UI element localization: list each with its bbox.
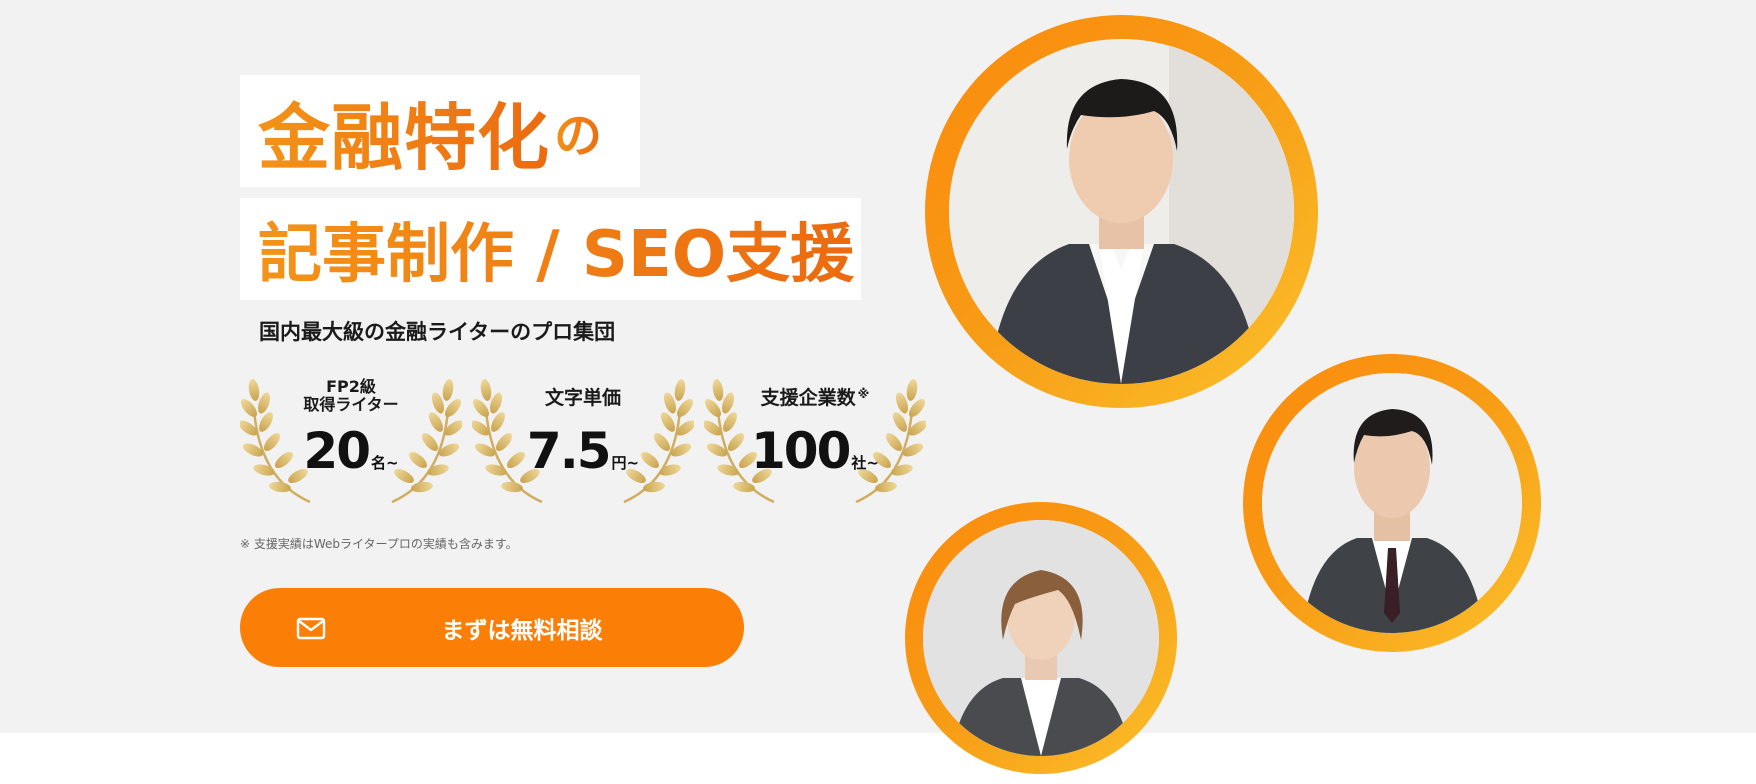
headline-subtitle-text: 記事制作 / SEO支援 <box>258 203 854 295</box>
headline-line-2: 記事制作 / SEO支援 <box>240 198 861 300</box>
badge-value-row: 7.5 円~ <box>472 422 694 480</box>
badge-value-row: 100 社~ <box>704 422 926 480</box>
badge-label: 文字単価 <box>544 387 621 409</box>
badge-label: FP2級 取得ライター <box>303 377 399 414</box>
headline-line-1: 金融特化の <box>240 75 640 187</box>
badge-supported-companies: 支援企業数 ※ 100 社~ <box>704 370 926 508</box>
portrait-writer-1 <box>925 15 1318 408</box>
badge-note-mark: ※ <box>857 387 870 401</box>
cta-label: まずは無料相談 <box>441 617 603 644</box>
person-photo-icon <box>949 39 1294 384</box>
badge-unit: 名~ <box>371 454 399 472</box>
free-consultation-button[interactable]: まずは無料相談 <box>240 588 744 667</box>
tagline: 国内最大級の金融ライターのプロ集団 <box>259 320 616 344</box>
badge-unit: 円~ <box>611 454 640 472</box>
headline-main-text: 金融特化 <box>258 79 550 184</box>
badge-number: 100 <box>751 422 851 480</box>
badge-label: 支援企業数 <box>760 387 856 409</box>
badge-value-row: 20 名~ <box>240 422 462 480</box>
hero-section: 金融特化の 記事制作 / SEO支援 国内最大級の金融ライターのプロ集団 FP2… <box>0 0 1756 774</box>
badge-label-row: 支援企業数 ※ <box>704 387 926 409</box>
portrait-writer-3 <box>905 502 1177 774</box>
badge-unit-price: 文字単価 7.5 円~ <box>472 370 694 508</box>
person-photo-icon <box>1262 373 1522 633</box>
badge-unit: 社~ <box>851 454 879 472</box>
footnote: ※ 支援実績はWebライタープロの実績も含みます。 <box>240 537 518 551</box>
portrait-writer-2 <box>1243 354 1541 652</box>
person-photo-icon <box>923 520 1159 756</box>
badge-number: 20 <box>303 422 371 480</box>
badge-fp2-writers: FP2級 取得ライター 20 名~ <box>240 370 462 508</box>
headline-particle: の <box>554 96 603 166</box>
badge-number: 7.5 <box>526 422 612 480</box>
